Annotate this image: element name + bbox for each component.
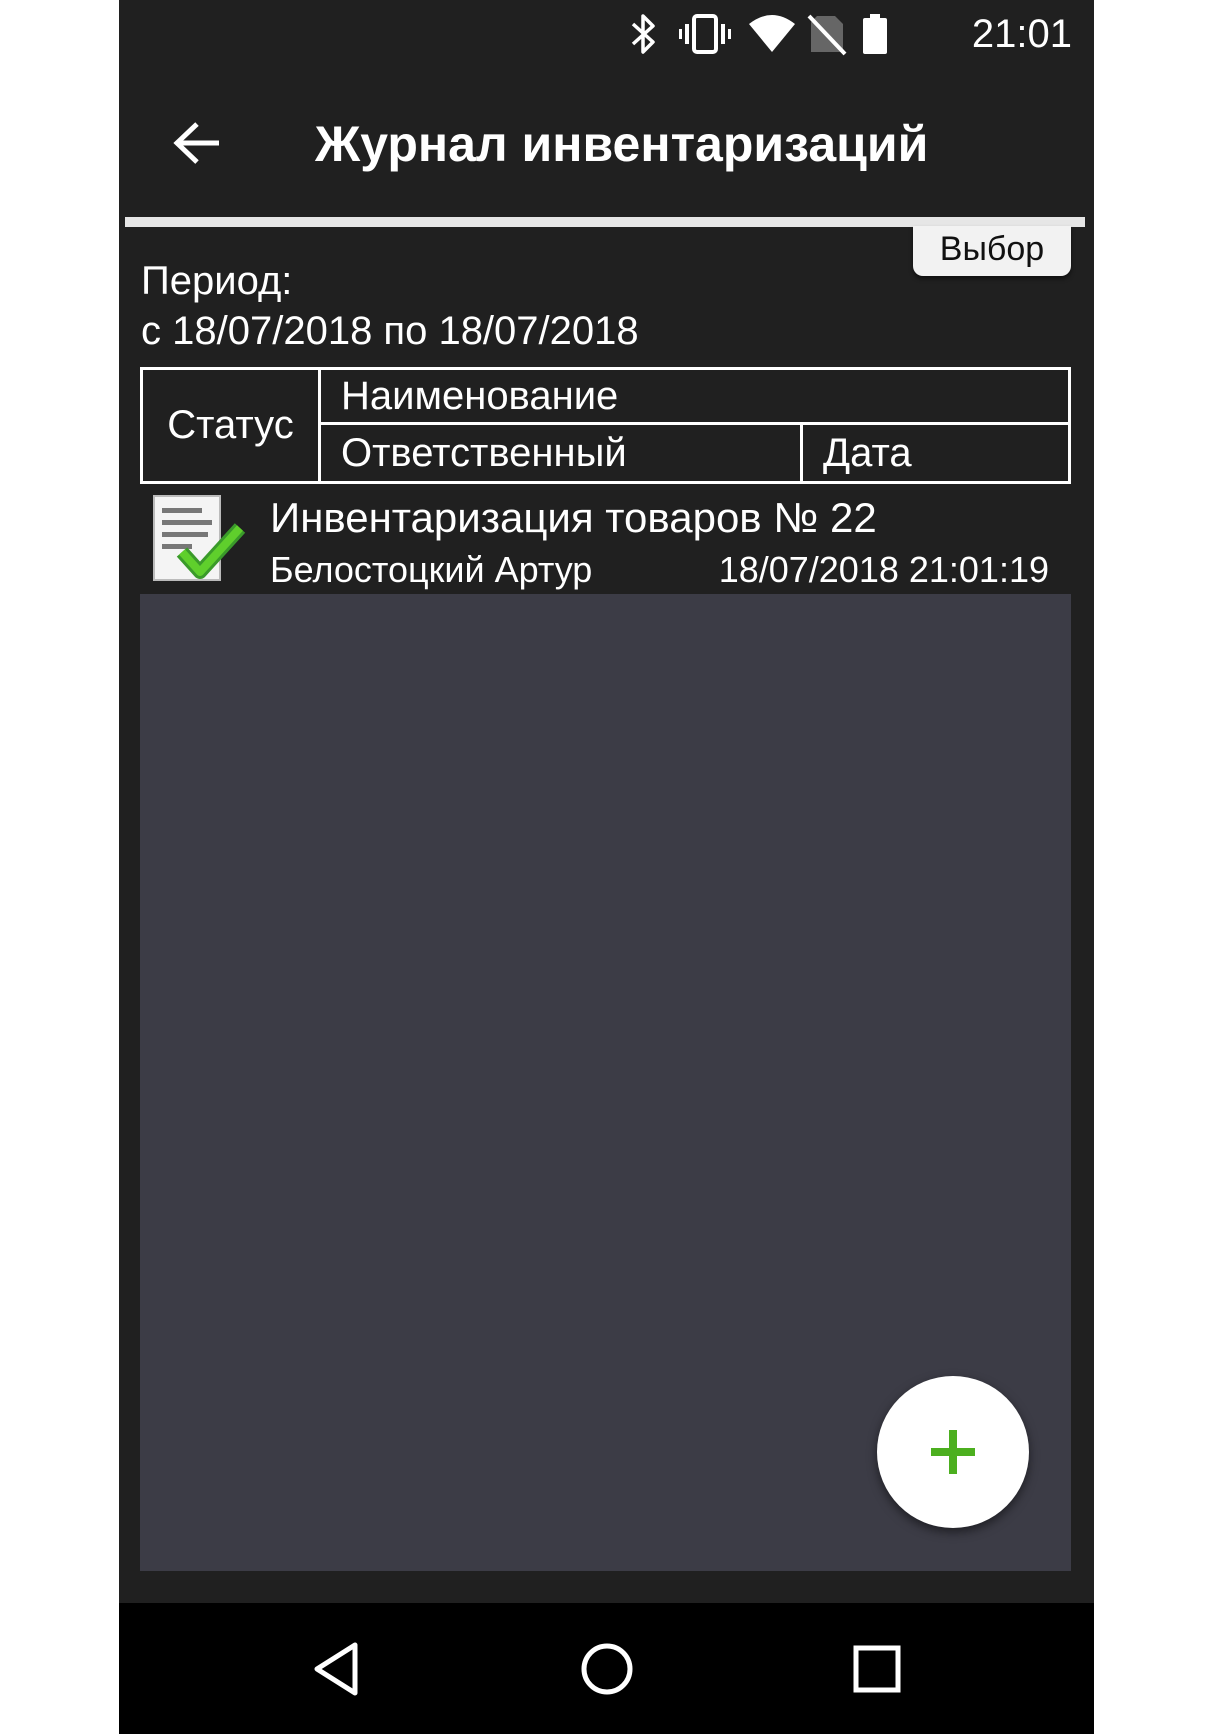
status-time: 21:01	[971, 12, 1072, 56]
back-button[interactable]	[163, 108, 233, 178]
nav-back-button[interactable]	[296, 1629, 376, 1709]
nav-recents-button[interactable]	[837, 1629, 917, 1709]
period-range[interactable]: с 18/07/2018 по 18/07/2018	[141, 304, 639, 358]
status-bar: 21:01	[119, 0, 1094, 68]
plus-icon	[931, 1430, 975, 1474]
add-button[interactable]	[877, 1376, 1029, 1528]
header-date: Дата	[800, 422, 1071, 484]
item-name: Инвентаризация товаров № 22	[270, 494, 877, 541]
document-check-icon	[148, 492, 248, 588]
period-label: Период:	[141, 259, 293, 303]
vibrate-icon	[679, 10, 731, 58]
select-period-button[interactable]: Выбор	[913, 226, 1071, 276]
header-status: Статус	[140, 367, 321, 484]
back-triangle-icon	[314, 1642, 358, 1696]
home-circle-icon	[581, 1643, 633, 1695]
navigation-bar	[119, 1603, 1094, 1734]
app-bar: Журнал инвентаризаций	[119, 68, 1094, 218]
battery-icon	[861, 10, 889, 58]
bluetooth-icon	[629, 10, 659, 58]
page-title: Журнал инвентаризаций	[315, 116, 929, 172]
header-responsible: Ответственный	[318, 422, 803, 484]
item-responsible: Белостоцкий Артур	[270, 549, 593, 590]
no-sim-icon	[807, 10, 847, 58]
item-date: 18/07/2018 21:01:19	[718, 549, 1049, 590]
recents-square-icon	[853, 1645, 901, 1693]
header-name: Наименование	[318, 367, 1071, 425]
phone-screen: 21:01 Журнал инвентаризаций Выбор Период…	[119, 0, 1094, 1734]
wifi-icon	[747, 10, 797, 58]
list-item[interactable]: Инвентаризация товаров № 22 Белостоцкий …	[140, 486, 1071, 594]
nav-home-button[interactable]	[567, 1629, 647, 1709]
arrow-left-icon	[173, 122, 219, 164]
